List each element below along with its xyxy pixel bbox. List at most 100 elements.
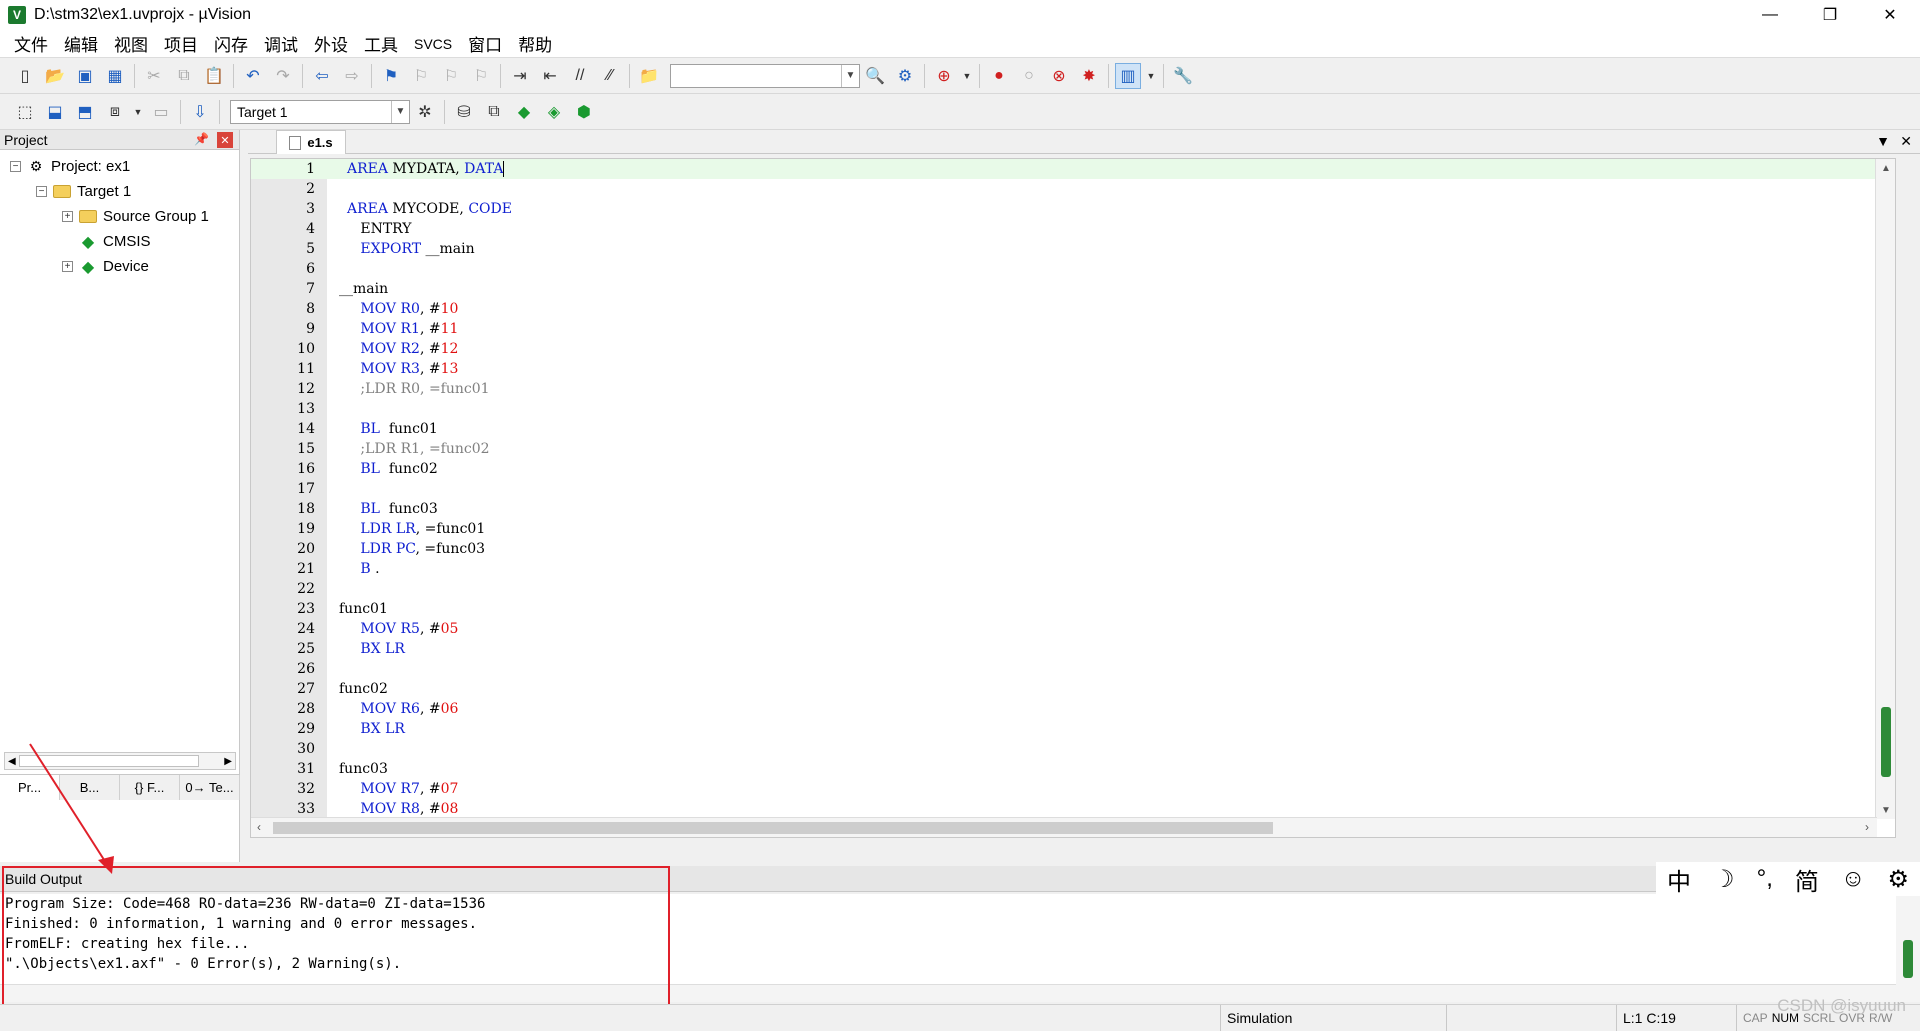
menu-tools[interactable]: 工具 [356, 31, 406, 56]
tab-functions[interactable]: {} F... [120, 775, 180, 800]
cut-icon[interactable]: ✂ [141, 63, 167, 89]
menu-window[interactable]: 窗口 [460, 31, 510, 56]
tab-list-dropdown-icon[interactable]: ▼ [1876, 133, 1890, 149]
scroll-left-icon[interactable]: ◀ [8, 756, 16, 767]
translate-icon[interactable]: ⬚ [12, 99, 38, 125]
debug-dropdown-icon[interactable]: ▼ [961, 63, 973, 89]
manage-runtime-icon[interactable]: ◆ [511, 99, 537, 125]
editor-vscroll[interactable]: ▲ ▼ [1875, 159, 1895, 819]
disable-all-breakpoints-icon[interactable]: ⊗ [1046, 63, 1072, 89]
disable-breakpoint-icon[interactable]: ○ [1016, 63, 1042, 89]
close-icon[interactable]: ✕ [217, 132, 233, 148]
layout-dropdown-icon[interactable]: ▼ [1145, 63, 1157, 89]
build-output-hscroll[interactable] [0, 984, 1896, 1002]
target-select[interactable]: Target 1 ▼ [230, 99, 410, 124]
chevron-down-icon[interactable]: ▼ [391, 100, 409, 123]
bookmark-icon[interactable]: ⚑ [378, 63, 404, 89]
tab-project[interactable]: Pr... [0, 775, 60, 800]
menu-flash[interactable]: 闪存 [206, 31, 256, 56]
menu-svcs[interactable]: SVCS [406, 36, 460, 52]
pin-icon[interactable]: 📌 [194, 132, 209, 146]
menu-view[interactable]: 视图 [106, 31, 156, 56]
target-options-icon[interactable]: ✲ [412, 99, 438, 125]
kill-breakpoints-icon[interactable]: ✸ [1076, 63, 1102, 89]
configure-wrench-icon[interactable]: 🔧 [1170, 63, 1196, 89]
ime-moon-icon[interactable]: ☽ [1713, 865, 1735, 894]
select-packs-icon[interactable]: ◈ [541, 99, 567, 125]
menu-peripherals[interactable]: 外设 [306, 31, 356, 56]
build-output-text[interactable]: Program Size: Code=468 RO-data=236 RW-da… [0, 894, 1896, 984]
editor-tab-e1s[interactable]: e1.s [276, 130, 346, 154]
breakpoint-icon[interactable]: ● [986, 63, 1012, 89]
chevron-down-icon[interactable]: ▼ [841, 64, 859, 87]
build-icon[interactable]: ⬓ [42, 99, 68, 125]
expand-icon[interactable]: + [62, 211, 73, 222]
menu-help[interactable]: 帮助 [510, 31, 560, 56]
tab-templates[interactable]: 0→ Te... [180, 775, 240, 800]
code-editor[interactable]: 1 AREA MYDATA, DATA 2 3 AREA MYCODE, CODE 4 E… [250, 158, 1896, 838]
scroll-up-icon[interactable]: ▲ [1876, 159, 1895, 177]
file-extensions-icon[interactable]: ⧉ [481, 99, 507, 125]
next-bookmark-icon[interactable]: ⚐ [438, 63, 464, 89]
menu-debug[interactable]: 调试 [256, 31, 306, 56]
find-combo[interactable]: ▼ [670, 63, 860, 88]
ime-settings-icon[interactable]: ⚙ [1887, 865, 1909, 894]
collapse-icon[interactable]: − [10, 161, 21, 172]
indent-icon[interactable]: ⇥ [507, 63, 533, 89]
scroll-thumb[interactable] [19, 755, 199, 767]
stop-build-icon[interactable]: ▭ [148, 99, 174, 125]
menu-project[interactable]: 项目 [156, 31, 206, 56]
paste-icon[interactable]: 📋 [201, 63, 227, 89]
find-in-files-icon[interactable]: 📁 [636, 63, 662, 89]
scroll-thumb[interactable] [273, 822, 1273, 834]
save-all-icon[interactable]: ▦ [102, 63, 128, 89]
batch-dropdown-icon[interactable]: ▼ [132, 99, 144, 125]
scroll-left-icon[interactable]: ‹ [257, 820, 261, 834]
ime-chinese-mode-icon[interactable]: 中 [1667, 862, 1691, 897]
redo-icon[interactable]: ↷ [270, 63, 296, 89]
window-layout-icon[interactable]: ▥ [1115, 62, 1141, 89]
debug-session-icon[interactable]: ⊕ [931, 63, 957, 89]
tab-books[interactable]: B... [60, 775, 120, 800]
editor-hscroll[interactable]: ‹ › [251, 817, 1877, 837]
batch-build-icon[interactable]: ⧈ [102, 99, 128, 125]
tree-item-source-group[interactable]: + Source Group 1 [0, 204, 239, 229]
ime-simplified-icon[interactable]: 简 [1795, 862, 1819, 897]
ime-emoji-icon[interactable]: ☺ [1841, 865, 1866, 893]
copy-icon[interactable]: ⧉ [171, 63, 197, 89]
new-file-icon[interactable]: ▯ [12, 63, 38, 89]
menu-edit[interactable]: 编辑 [56, 31, 106, 56]
close-icon[interactable]: ✕ [1900, 133, 1912, 150]
close-button[interactable]: ✕ [1860, 0, 1920, 30]
scroll-right-icon[interactable]: › [1865, 820, 1869, 834]
menu-file[interactable]: 文件 [6, 31, 56, 56]
project-hscroll[interactable]: ◀ ▶ [4, 752, 236, 770]
ime-punctuation-icon[interactable]: °, [1757, 865, 1773, 893]
rebuild-icon[interactable]: ⬒ [72, 99, 98, 125]
download-load-icon[interactable]: ⇩ [187, 99, 213, 125]
clear-bookmarks-icon[interactable]: ⚐ [468, 63, 494, 89]
tree-item-project[interactable]: − ⚙ Project: ex1 [0, 154, 239, 179]
comment-icon[interactable]: // [567, 63, 593, 89]
incremental-find-icon[interactable]: ⚙ [892, 63, 918, 89]
find-icon[interactable]: 🔍 [862, 63, 888, 89]
save-icon[interactable]: ▣ [72, 63, 98, 89]
scroll-right-icon[interactable]: ▶ [224, 756, 232, 767]
scroll-thumb[interactable] [1881, 707, 1891, 777]
undo-icon[interactable]: ↶ [240, 63, 266, 89]
scroll-thumb[interactable] [1903, 940, 1913, 978]
expand-icon[interactable]: + [62, 261, 73, 272]
pack-installer-icon[interactable]: ⬢ [571, 99, 597, 125]
open-folder-icon[interactable]: 📂 [42, 63, 68, 89]
minimize-button[interactable]: — [1740, 0, 1800, 30]
uncomment-icon[interactable]: ⁄⁄ [597, 63, 623, 89]
navigate-back-icon[interactable]: ⇦ [309, 63, 335, 89]
navigate-forward-icon[interactable]: ⇨ [339, 63, 365, 89]
scroll-down-icon[interactable]: ▼ [1876, 801, 1895, 819]
build-output-vscroll[interactable] [1896, 896, 1920, 1002]
tree-item-target[interactable]: − Target 1 [0, 179, 239, 204]
restore-button[interactable]: ❐ [1800, 0, 1860, 30]
tree-item-device[interactable]: + ◆ Device [0, 254, 239, 279]
manage-project-items-icon[interactable]: ⛁ [451, 99, 477, 125]
tree-item-cmsis[interactable]: ◆ CMSIS [0, 229, 239, 254]
